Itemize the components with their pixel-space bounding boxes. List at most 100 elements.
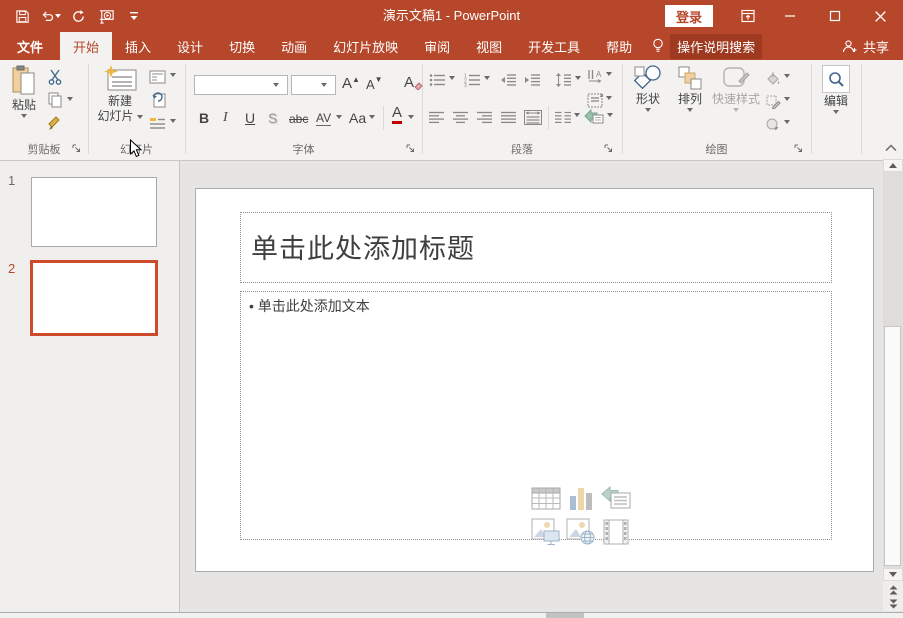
new-slide-dropdown-caret[interactable]: [137, 115, 143, 119]
distributed-button[interactable]: [524, 108, 542, 126]
align-center-button[interactable]: [452, 108, 470, 126]
tab-insert[interactable]: 插入: [112, 32, 164, 60]
drawing-dialog-launcher[interactable]: [793, 143, 804, 154]
editing-caret[interactable]: [833, 110, 839, 114]
title-placeholder[interactable]: 单击此处添加标题: [240, 212, 832, 283]
increase-indent-button[interactable]: [523, 71, 541, 89]
layout-button[interactable]: [148, 68, 166, 86]
paste-button[interactable]: 粘贴: [3, 65, 45, 118]
tell-me-label[interactable]: 操作说明搜索: [670, 34, 762, 59]
line-spacing-caret[interactable]: [575, 76, 581, 80]
strikethrough-button[interactable]: abc: [289, 108, 308, 126]
previous-slide-button[interactable]: [883, 584, 903, 596]
font-name-caret[interactable]: [273, 83, 279, 87]
italic-button[interactable]: I: [223, 108, 228, 126]
minimize-button[interactable]: [768, 0, 812, 32]
text-direction-caret[interactable]: [606, 72, 612, 76]
tab-file[interactable]: 文件: [0, 32, 60, 60]
font-color-button[interactable]: A: [392, 106, 402, 124]
insert-table-icon[interactable]: [531, 486, 561, 511]
tell-me-search[interactable]: 操作说明搜索: [651, 32, 762, 60]
underline-button[interactable]: U: [245, 108, 255, 126]
justify-button[interactable]: [500, 108, 518, 126]
tab-review[interactable]: 审阅: [411, 32, 463, 60]
undo-button[interactable]: [36, 3, 64, 29]
text-direction-button[interactable]: A: [586, 67, 604, 85]
insert-chart-icon[interactable]: [567, 486, 595, 512]
columns-caret[interactable]: [574, 113, 580, 117]
new-slide-button[interactable]: 新建 幻灯片: [93, 65, 147, 123]
start-from-beginning-button[interactable]: [92, 3, 120, 29]
font-size-input[interactable]: [292, 77, 321, 93]
text-shadow-button[interactable]: S: [268, 108, 277, 126]
copy-dropdown-caret[interactable]: [67, 97, 73, 101]
insert-picture-icon[interactable]: [531, 518, 561, 545]
change-case-caret[interactable]: [369, 115, 375, 119]
reset-slide-button[interactable]: [148, 91, 166, 109]
close-button[interactable]: [858, 0, 902, 32]
convert-smartart-caret[interactable]: [607, 113, 613, 117]
collapse-ribbon-button[interactable]: [884, 143, 898, 152]
section-dropdown-caret[interactable]: [170, 119, 176, 123]
slide-2-thumbnail[interactable]: [30, 260, 158, 336]
numbering-button[interactable]: 123: [463, 71, 481, 89]
section-button[interactable]: [148, 114, 166, 132]
tab-transitions[interactable]: 切换: [216, 32, 268, 60]
change-case-button[interactable]: Aa: [349, 108, 366, 126]
bold-button[interactable]: B: [199, 108, 209, 126]
share-button[interactable]: 共享: [842, 32, 903, 60]
character-spacing-button[interactable]: AV: [316, 108, 331, 126]
line-spacing-button[interactable]: [554, 71, 572, 89]
layout-dropdown-caret[interactable]: [170, 73, 176, 77]
shape-outline-caret[interactable]: [784, 97, 790, 101]
tab-help[interactable]: 帮助: [593, 32, 645, 60]
insert-video-icon[interactable]: [603, 519, 629, 545]
shape-outline-button[interactable]: [764, 92, 782, 110]
save-button[interactable]: [8, 3, 36, 29]
font-name-input[interactable]: [195, 77, 273, 93]
bullets-caret[interactable]: [449, 76, 455, 80]
scroll-up-button[interactable]: [883, 159, 903, 172]
undo-dropdown-caret[interactable]: [55, 14, 61, 18]
format-painter-button[interactable]: [46, 114, 64, 132]
shapes-button[interactable]: 形状: [628, 65, 668, 112]
horizontal-scrollbar[interactable]: [0, 612, 903, 618]
clear-formatting-button[interactable]: A: [404, 73, 423, 91]
signin-button[interactable]: 登录: [665, 5, 713, 27]
numbering-caret[interactable]: [484, 76, 490, 80]
bullets-button[interactable]: [428, 71, 446, 89]
align-left-button[interactable]: [428, 108, 446, 126]
font-size-caret[interactable]: [321, 83, 327, 87]
clipboard-dialog-launcher[interactable]: [71, 143, 82, 154]
maximize-button[interactable]: [813, 0, 857, 32]
cut-button[interactable]: [46, 68, 64, 86]
paste-dropdown-caret[interactable]: [21, 114, 27, 118]
shape-fill-caret[interactable]: [784, 74, 790, 78]
columns-button[interactable]: [554, 108, 572, 126]
slide-1-thumbnail[interactable]: [31, 177, 157, 247]
ribbon-display-options-button[interactable]: [726, 0, 770, 32]
next-slide-button[interactable]: [883, 598, 903, 610]
grow-font-button[interactable]: A▲: [342, 74, 360, 92]
tab-slideshow[interactable]: 幻灯片放映: [320, 32, 411, 60]
font-name-combo[interactable]: [194, 75, 288, 95]
copy-button[interactable]: [46, 91, 64, 109]
tab-view[interactable]: 视图: [463, 32, 515, 60]
repeat-button[interactable]: [64, 3, 92, 29]
paragraph-dialog-launcher[interactable]: [603, 143, 614, 154]
shapes-caret[interactable]: [645, 108, 651, 112]
font-color-caret[interactable]: [408, 115, 414, 119]
arrange-caret[interactable]: [687, 108, 693, 112]
shrink-font-button[interactable]: A▼: [366, 74, 383, 92]
tab-animations[interactable]: 动画: [268, 32, 320, 60]
horizontal-scrollbar-thumb[interactable]: [546, 613, 584, 618]
customize-qat-button[interactable]: [120, 3, 148, 29]
insert-online-picture-icon[interactable]: [566, 518, 596, 545]
scrollbar-thumb[interactable]: [884, 326, 901, 566]
character-spacing-caret[interactable]: [336, 115, 342, 119]
scroll-down-button[interactable]: [883, 568, 903, 581]
insert-smartart-icon[interactable]: [600, 486, 632, 511]
font-dialog-launcher[interactable]: [405, 143, 416, 154]
slide-canvas[interactable]: 单击此处添加标题 • 单击此处添加文本: [195, 188, 874, 572]
decrease-indent-button[interactable]: [499, 71, 517, 89]
